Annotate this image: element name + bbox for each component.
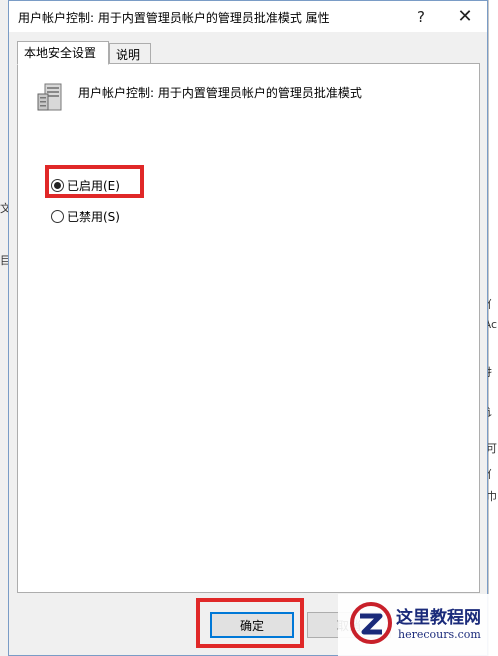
tab-panel: 用户帐户控制: 用于内置管理员帐户的管理员批准模式 已启用(E) 已禁用(S) bbox=[17, 63, 480, 593]
watermark-title: 这里教程网 bbox=[396, 608, 481, 628]
close-icon: ✕ bbox=[457, 6, 473, 27]
help-button[interactable]: ? bbox=[399, 1, 443, 32]
disabled-radio-option[interactable]: 已禁用(S) bbox=[51, 208, 120, 225]
help-icon: ? bbox=[417, 7, 425, 26]
highlight-box-ok bbox=[196, 598, 304, 648]
watermark: 这里教程网 herecours.com bbox=[338, 594, 498, 656]
background-window: 亻 Ac 扌 讠 可 亻 巾 bbox=[484, 0, 498, 656]
server-policy-icon bbox=[37, 83, 62, 111]
disabled-radio[interactable] bbox=[51, 210, 64, 223]
properties-dialog: 用户帐户控制: 用于内置管理员帐户的管理员批准模式 属性 ? ✕ 本地安全设置 … bbox=[8, 0, 488, 656]
window-title: 用户帐户控制: 用于内置管理员帐户的管理员批准模式 属性 bbox=[18, 11, 330, 25]
close-button[interactable]: ✕ bbox=[443, 1, 487, 32]
disabled-label: 已禁用(S) bbox=[67, 210, 120, 224]
watermark-url: herecours.com bbox=[398, 628, 481, 641]
policy-title: 用户帐户控制: 用于内置管理员帐户的管理员批准模式 bbox=[78, 86, 362, 100]
tab-explain[interactable]: 说明 bbox=[109, 43, 151, 64]
title-bar[interactable]: 用户帐户控制: 用于内置管理员帐户的管理员批准模式 属性 ? ✕ bbox=[9, 1, 487, 32]
background-window-left: 文 目 bbox=[0, 160, 11, 300]
watermark-logo-icon bbox=[350, 602, 392, 644]
highlight-box-enabled bbox=[45, 165, 144, 198]
tab-local-security-setting[interactable]: 本地安全设置 bbox=[17, 41, 109, 65]
